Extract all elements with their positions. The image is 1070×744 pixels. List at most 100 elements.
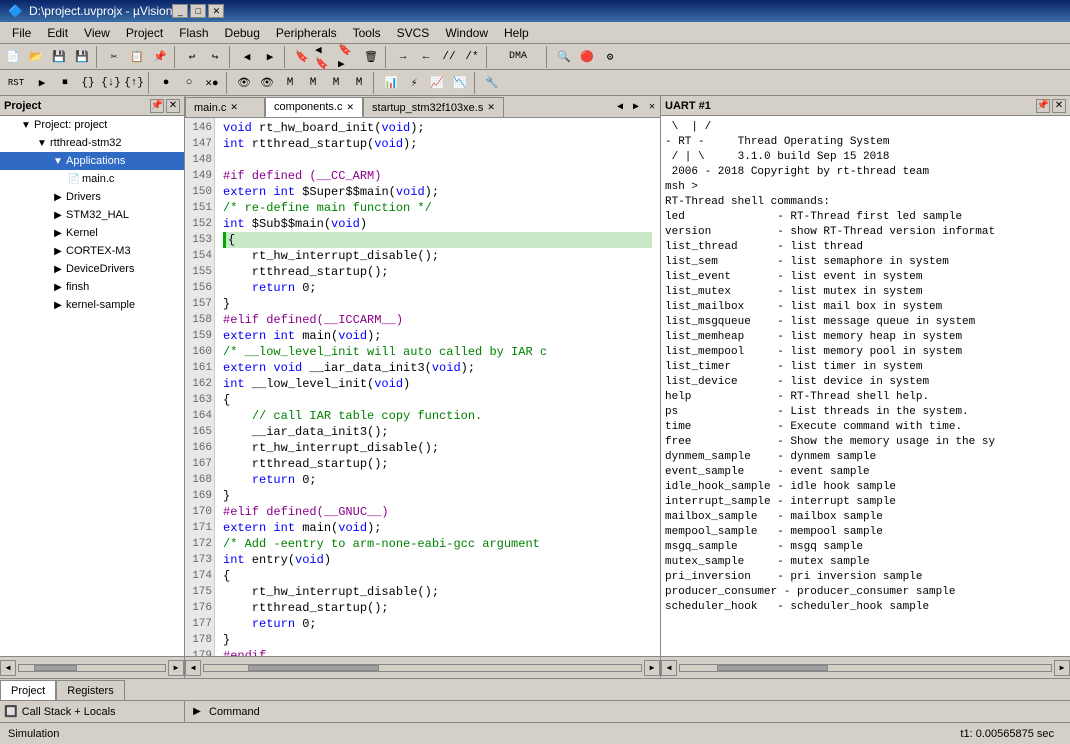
memory3-button[interactable]: M xyxy=(325,72,347,94)
mainc-icon: 📄 xyxy=(66,171,82,187)
tree-item-finsh[interactable]: ▶ finsh xyxy=(0,278,184,296)
tools-button[interactable]: 🔧 xyxy=(481,72,503,94)
menu-item-window[interactable]: Window xyxy=(437,24,496,42)
coverage-button[interactable]: 📉 xyxy=(449,72,471,94)
menu-item-view[interactable]: View xyxy=(76,24,118,42)
step-into-button[interactable]: {↓} xyxy=(100,72,122,94)
bookmark-next-button[interactable]: 🔖▶ xyxy=(337,46,359,68)
memory2-button[interactable]: M xyxy=(302,72,324,94)
step-out-button[interactable]: {↑} xyxy=(123,72,145,94)
tree-item-devdrivers[interactable]: ▶ DeviceDrivers xyxy=(0,260,184,278)
menu-item-flash[interactable]: Flash xyxy=(171,24,216,42)
memory4-button[interactable]: M xyxy=(348,72,370,94)
menu-item-svcs[interactable]: SVCS xyxy=(389,24,438,42)
tree-item-kernelsample[interactable]: ▶ kernel-sample xyxy=(0,296,184,314)
open-button[interactable]: 📂 xyxy=(25,46,47,68)
menu-item-debug[interactable]: Debug xyxy=(217,24,268,42)
project-close-button[interactable]: ✕ xyxy=(166,99,180,113)
paste-button[interactable]: 📌 xyxy=(149,46,171,68)
uart-pin-button[interactable]: 📌 xyxy=(1036,99,1050,113)
editor-scroll-track[interactable] xyxy=(203,664,642,672)
bookmark-button[interactable]: 🔖 xyxy=(291,46,313,68)
redo-button[interactable]: ↪ xyxy=(204,46,226,68)
logic-button[interactable]: ⚡ xyxy=(403,72,425,94)
tab-close-all[interactable]: ✕ xyxy=(644,97,660,117)
menu-item-tools[interactable]: Tools xyxy=(345,24,389,42)
tab-scroll-right[interactable]: ▶ xyxy=(628,97,644,117)
save-all-button[interactable]: 💾 xyxy=(71,46,93,68)
tab-componentsc[interactable]: components.c ✕ xyxy=(265,97,363,117)
code-editor[interactable]: void rt_hw_board_init(void);int rtthread… xyxy=(215,118,660,656)
comment-button[interactable]: // xyxy=(438,46,460,68)
cut-button[interactable]: ✂ xyxy=(103,46,125,68)
tab-mainc-close[interactable]: ✕ xyxy=(230,102,238,113)
trace-button[interactable]: 📈 xyxy=(426,72,448,94)
menu-item-file[interactable]: File xyxy=(4,24,39,42)
tab-scroll-left[interactable]: ◀ xyxy=(612,97,628,117)
project-tab[interactable]: Project xyxy=(0,680,56,700)
memory1-button[interactable]: M xyxy=(279,72,301,94)
breakpoint-disable-button[interactable]: ○ xyxy=(178,72,200,94)
tab-startup-close[interactable]: ✕ xyxy=(487,102,495,113)
tab-startup[interactable]: startup_stm32f103xe.s ✕ xyxy=(363,97,504,117)
uart-content[interactable]: \ | / - RT - Thread Operating System / |… xyxy=(661,116,1070,656)
new-button[interactable]: 📄 xyxy=(2,46,24,68)
code-line: rt_hw_interrupt_disable(); xyxy=(223,248,652,264)
breakpoint-clear-button[interactable]: ✕● xyxy=(201,72,223,94)
bookmark-clear-button[interactable]: 🗑 xyxy=(360,46,382,68)
registers-tab[interactable]: Registers xyxy=(56,680,124,700)
settings-button[interactable]: ⚙ xyxy=(599,46,621,68)
unindent-button[interactable]: ← xyxy=(415,46,437,68)
tree-item-drivers[interactable]: ▶ Drivers xyxy=(0,188,184,206)
indent-button[interactable]: → xyxy=(392,46,414,68)
breakpoint-button[interactable]: ● xyxy=(155,72,177,94)
menu-item-project[interactable]: Project xyxy=(118,24,171,42)
uncomment-button[interactable]: /* xyxy=(461,46,483,68)
bookmark-prev-button[interactable]: ◀🔖 xyxy=(314,46,336,68)
project-pin-button[interactable]: 📌 xyxy=(150,99,164,113)
tree-item-project[interactable]: ▼ Project: project xyxy=(0,116,184,134)
tree-item-stm32hal[interactable]: ▶ STM32_HAL xyxy=(0,206,184,224)
nav-fwd-button[interactable]: ▶ xyxy=(259,46,281,68)
maximize-button[interactable]: □ xyxy=(190,4,206,18)
undo-button[interactable]: ↩ xyxy=(181,46,203,68)
minimize-button[interactable]: _ xyxy=(172,4,188,18)
menu-item-help[interactable]: Help xyxy=(496,24,537,42)
menu-item-edit[interactable]: Edit xyxy=(39,24,76,42)
tab-componentsc-close[interactable]: ✕ xyxy=(346,102,354,113)
tree-item-applications[interactable]: ▼ Applications xyxy=(0,152,184,170)
dma-button[interactable]: DMA xyxy=(493,46,543,68)
watch1-button[interactable]: 👁 xyxy=(233,72,255,94)
uart-scroll-track[interactable] xyxy=(679,664,1052,672)
rst-button[interactable]: RST xyxy=(2,72,30,94)
scroll-track[interactable] xyxy=(18,664,166,672)
scroll-left-button[interactable]: ◀ xyxy=(0,660,16,676)
uart-scroll-left[interactable]: ◀ xyxy=(661,660,677,676)
command-area[interactable]: ▶ Command xyxy=(185,701,1070,723)
tree-item-rtthread[interactable]: ▼ rtthread-stm32 xyxy=(0,134,184,152)
stop-button[interactable]: ⏹ xyxy=(54,72,76,94)
perf-button[interactable]: 📊 xyxy=(380,72,402,94)
copy-button[interactable]: 📋 xyxy=(126,46,148,68)
menu-item-peripherals[interactable]: Peripherals xyxy=(268,24,345,42)
tree-item-mainc[interactable]: 📄 main.c xyxy=(0,170,184,188)
run-button[interactable]: ▶ xyxy=(31,72,53,94)
uart-scroll-right[interactable]: ▶ xyxy=(1054,660,1070,676)
nav-back-button[interactable]: ◀ xyxy=(236,46,258,68)
code-content[interactable]: 146147148149150 151152153154155 15615715… xyxy=(185,118,660,656)
tree-item-cortexm3[interactable]: ▶ CORTEX-M3 xyxy=(0,242,184,260)
search-button[interactable]: 🔍 xyxy=(553,46,575,68)
editor-scroll-left[interactable]: ◀ xyxy=(185,660,201,676)
uart-close-button[interactable]: ✕ xyxy=(1052,99,1066,113)
scroll-right-button[interactable]: ▶ xyxy=(168,660,184,676)
tab-mainc[interactable]: main.c ✕ xyxy=(185,97,265,117)
callstack-area[interactable]: 🔲 Call Stack + Locals xyxy=(0,701,185,723)
watch2-button[interactable]: 👁 xyxy=(256,72,278,94)
close-button[interactable]: ✕ xyxy=(208,4,224,18)
debug-button[interactable]: 🔴 xyxy=(576,46,598,68)
save-button[interactable]: 💾 xyxy=(48,46,70,68)
tree-item-kernel[interactable]: ▶ Kernel xyxy=(0,224,184,242)
step-over-button[interactable]: {} xyxy=(77,72,99,94)
command-input[interactable] xyxy=(268,705,1066,719)
editor-scroll-right[interactable]: ▶ xyxy=(644,660,660,676)
